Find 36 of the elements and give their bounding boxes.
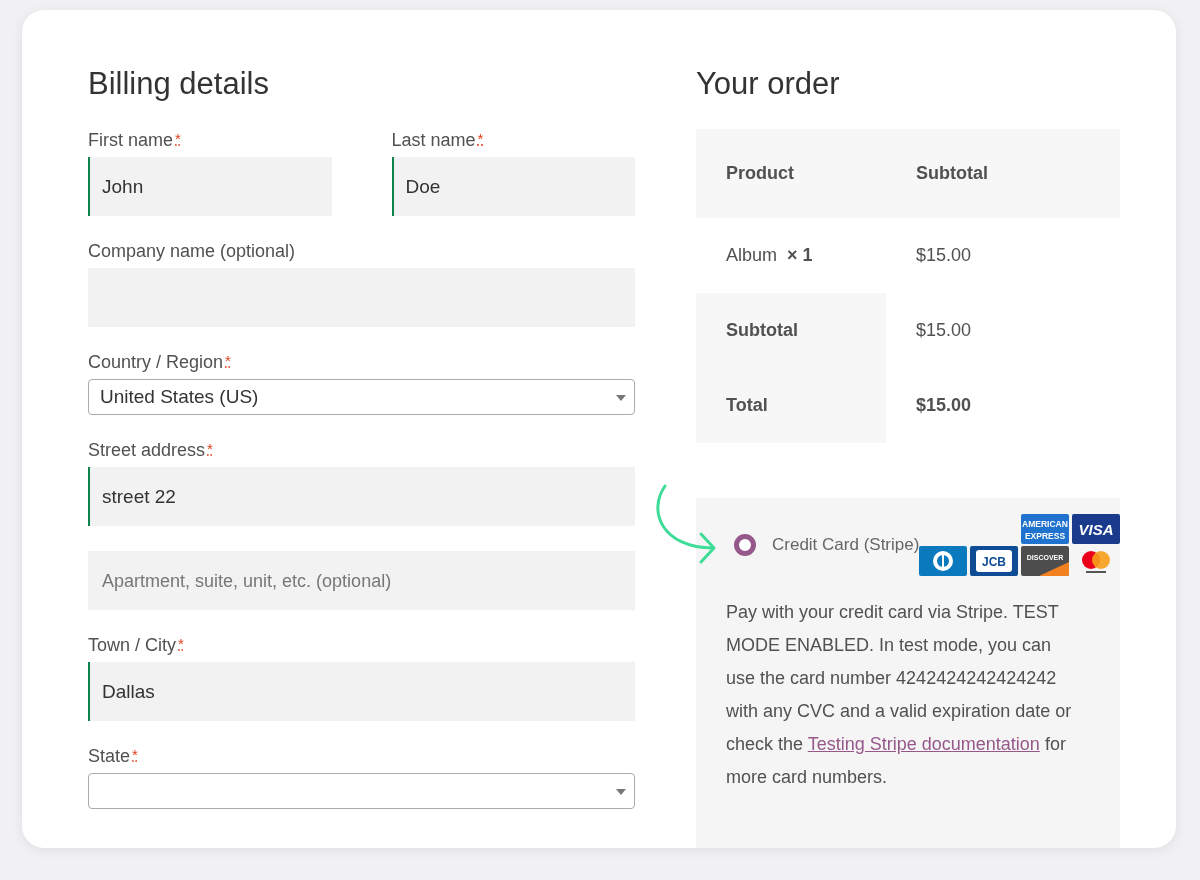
text-field[interactable]: Apartment, suite, unit, etc. (optional) <box>88 551 635 610</box>
required-mark: * <box>175 130 181 147</box>
column-header: Subtotal <box>915 162 989 185</box>
price-cell-text: $15.00 <box>915 319 973 342</box>
total-label: Total <box>696 368 886 443</box>
text-field[interactable]: John <box>88 157 332 216</box>
payment-description: Pay with your credit card via Stripe. TEST MODE ENABLED. In test mode, you can use the card number 4242424242424242 with any CVC and a valid expiration date or check the Testing Stripe documentation for more card numbers. <box>725 601 1073 789</box>
card-logo-icon: VISA <box>1072 514 1121 544</box>
dropdown-field[interactable]: United States (US) <box>88 379 635 415</box>
price-cell-text: $15.00 <box>915 244 973 267</box>
documentation-link[interactable]: Testing Stripe documentation <box>807 734 1040 754</box>
text-field[interactable]: Dallas <box>88 662 635 721</box>
quantity-label: × 1 <box>787 245 813 266</box>
required-mark: * <box>207 440 213 457</box>
required-mark: * <box>178 635 184 652</box>
field-label: Country / Region <box>88 352 224 373</box>
card-logo-icon: JCB <box>970 546 1019 576</box>
section-heading: Your order <box>696 66 841 102</box>
field-label: Company name (optional) <box>88 241 296 262</box>
price-cell-text: $15.00 <box>915 394 973 417</box>
section-heading: Billing details <box>88 66 270 102</box>
field-label: Town / City <box>88 635 177 656</box>
field-label: Street address <box>88 440 206 461</box>
text-field[interactable]: street 22 <box>88 467 635 526</box>
field-label: Last name <box>391 130 476 151</box>
required-mark: * <box>225 352 231 369</box>
required-mark: * <box>477 130 484 147</box>
card-logo-icon: AMERICAN EXPRESS <box>1021 514 1070 544</box>
column-header: Product <box>725 162 795 185</box>
text-field[interactable]: Doe <box>391 157 635 216</box>
payment-method-label[interactable]: Credit Card (Stripe) <box>772 535 920 555</box>
required-mark: * <box>132 746 138 763</box>
field-label: First name <box>88 130 174 151</box>
field-label: State <box>88 746 131 767</box>
product-name: Album <box>726 245 778 266</box>
total-label: Subtotal <box>696 293 886 368</box>
